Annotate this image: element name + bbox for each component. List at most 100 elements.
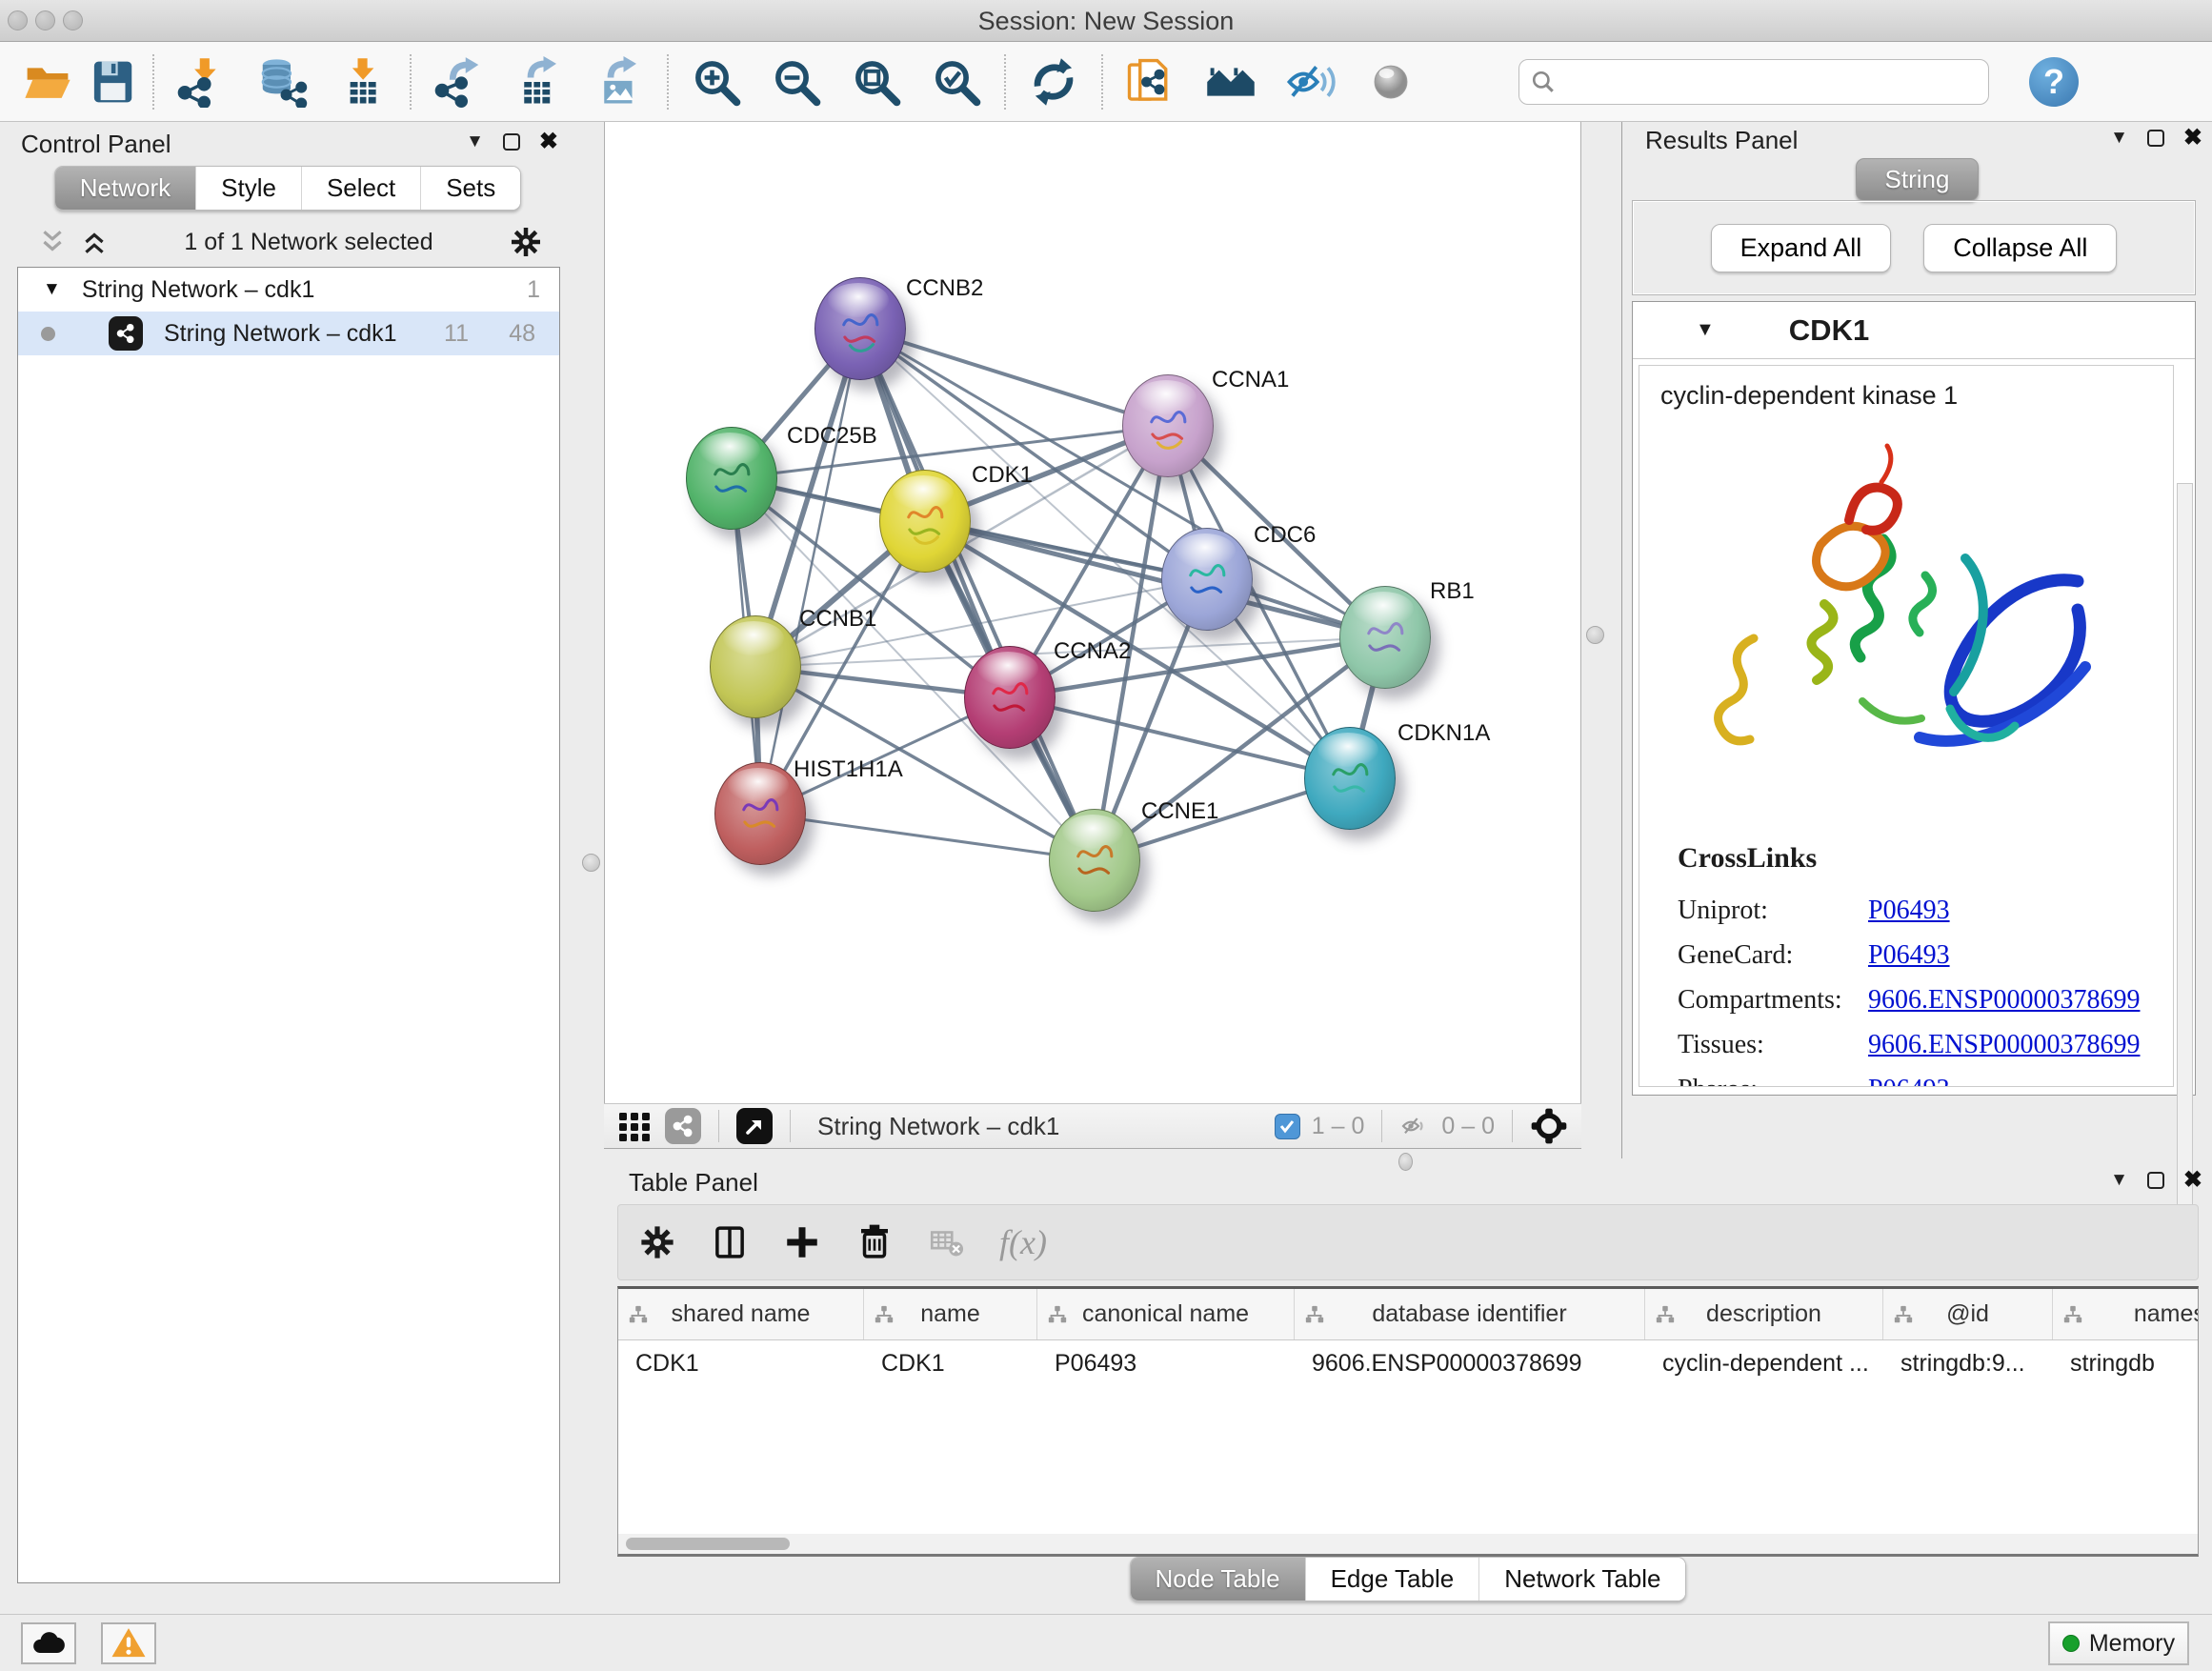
table-cell[interactable]: 9606.ENSP00000378699: [1295, 1350, 1645, 1378]
cloud-status-button[interactable]: [21, 1622, 76, 1664]
entry-expander-icon[interactable]: ▼: [1696, 319, 1715, 341]
panel-close-icon[interactable]: ✖: [2183, 1172, 2202, 1189]
crosslink-link[interactable]: 9606.ENSP00000378699: [1868, 1022, 2140, 1067]
crosslink-link[interactable]: 9606.ENSP00000378699: [1868, 977, 2140, 1022]
memory-button[interactable]: Memory: [2048, 1621, 2189, 1665]
table-cell[interactable]: P06493: [1037, 1350, 1295, 1378]
crosslink-link[interactable]: P06493: [1868, 1067, 2140, 1087]
network-node-RB1[interactable]: [1339, 586, 1431, 689]
panel-float-icon[interactable]: [2147, 130, 2164, 147]
right-splitter-handle[interactable]: [1586, 626, 1604, 644]
table-settings-gear-icon[interactable]: [637, 1222, 677, 1262]
selected-checkbox[interactable]: [1275, 1114, 1300, 1139]
export-table-button[interactable]: [499, 50, 579, 113]
warnings-button[interactable]: [101, 1622, 156, 1664]
open-session-button[interactable]: [15, 50, 80, 113]
network-row[interactable]: String Network – cdk1 11 48: [18, 312, 559, 355]
table-cell[interactable]: CDK1: [618, 1350, 864, 1378]
grid-view-icon[interactable]: [617, 1109, 652, 1143]
detach-view-icon[interactable]: [736, 1108, 773, 1144]
zoom-out-button[interactable]: [756, 50, 836, 113]
gear-icon[interactable]: [509, 225, 543, 259]
table-cell[interactable]: CDK1: [864, 1350, 1037, 1378]
tab-string[interactable]: String: [1856, 158, 1980, 201]
export-image-button[interactable]: [579, 50, 659, 113]
table-cell[interactable]: cyclin-dependent ...: [1645, 1350, 1883, 1378]
panel-menu-icon[interactable]: ▼: [466, 131, 484, 152]
tab-style[interactable]: Style: [195, 167, 301, 210]
column-header-@id[interactable]: @id: [1883, 1289, 2053, 1339]
column-header-canonical-name[interactable]: canonical name: [1037, 1289, 1295, 1339]
network-collection-row[interactable]: ▼ String Network – cdk1 1: [18, 268, 559, 312]
column-header-description[interactable]: description: [1645, 1289, 1883, 1339]
add-column-icon[interactable]: [782, 1222, 822, 1262]
column-header-shared-name[interactable]: shared name: [618, 1289, 864, 1339]
crosslink-label: Pharos:: [1678, 1067, 1868, 1087]
network-node-CDK1[interactable]: [879, 470, 971, 573]
panel-float-icon[interactable]: [503, 133, 520, 151]
table-hscrollbar[interactable]: [617, 1534, 2199, 1557]
collapse-all-icon[interactable]: [38, 228, 67, 256]
table-cell[interactable]: stringdb:9...: [1883, 1350, 2053, 1378]
zoom-in-button[interactable]: [676, 50, 756, 113]
network-node-HIST1H1A[interactable]: [714, 762, 806, 865]
tab-node-table[interactable]: Node Table: [1131, 1558, 1305, 1601]
tab-network[interactable]: Network: [55, 167, 195, 210]
left-splitter-handle[interactable]: [582, 854, 600, 872]
import-network-button[interactable]: [162, 50, 242, 113]
show-columns-icon[interactable]: [710, 1222, 750, 1262]
first-neighbors-button[interactable]: [1111, 50, 1191, 113]
collapse-all-button[interactable]: Collapse All: [1923, 224, 2117, 272]
export-network-button[interactable]: [419, 50, 499, 113]
tab-edge-table[interactable]: Edge Table: [1305, 1558, 1479, 1601]
table-cell[interactable]: stringdb: [2053, 1350, 2199, 1378]
help-button[interactable]: ?: [2029, 57, 2079, 107]
network-node-CDC6[interactable]: [1161, 528, 1253, 631]
network-node-CDC25B[interactable]: [686, 427, 777, 530]
export-image-icon: [593, 56, 645, 108]
column-header-database-identifier[interactable]: database identifier: [1295, 1289, 1645, 1339]
network-overview-button[interactable]: [1191, 50, 1271, 113]
panel-close-icon[interactable]: ✖: [2183, 130, 2202, 147]
network-node-CCNB2[interactable]: [814, 277, 906, 380]
tab-select[interactable]: Select: [301, 167, 420, 210]
panel-float-icon[interactable]: [2147, 1172, 2164, 1189]
network-node-CDKN1A[interactable]: [1304, 727, 1396, 830]
zoom-selected-button[interactable]: [916, 50, 996, 113]
crosslink-link[interactable]: P06493: [1868, 888, 2140, 933]
crosslink-row: GeneCard:P06493: [1678, 933, 2140, 977]
node-entry-header[interactable]: ▼ CDK1: [1633, 302, 2195, 359]
panel-menu-icon[interactable]: ▼: [2110, 128, 2128, 149]
import-table-button[interactable]: [322, 50, 402, 113]
tree-expander-icon[interactable]: ▼: [43, 279, 61, 300]
zoom-fit-button[interactable]: [836, 50, 916, 113]
tab-sets[interactable]: Sets: [420, 167, 520, 210]
network-view-title: String Network – cdk1: [817, 1112, 1059, 1141]
tab-network-table[interactable]: Network Table: [1478, 1558, 1685, 1601]
network-canvas[interactable]: CCNB2CCNA1CDC25BCDK1CDC6RB1CCNB1CCNA2CDK…: [604, 122, 1581, 1103]
save-session-button[interactable]: [80, 50, 145, 113]
hscroll-thumb[interactable]: [626, 1538, 790, 1550]
panel-close-icon[interactable]: ✖: [539, 133, 558, 151]
birdseye-navigator-icon[interactable]: [1530, 1107, 1568, 1145]
hide-unhide-button[interactable]: [1271, 50, 1351, 113]
expand-all-button[interactable]: Expand All: [1711, 224, 1892, 272]
refresh-layout-button[interactable]: [1014, 50, 1094, 113]
network-node-CCNE1[interactable]: [1049, 809, 1140, 912]
network-node-CCNA1[interactable]: [1122, 374, 1214, 477]
delete-column-trash-icon[interactable]: [855, 1222, 895, 1262]
expand-all-icon[interactable]: [80, 228, 109, 256]
column-header-name[interactable]: name: [864, 1289, 1037, 1339]
column-header-namespace[interactable]: namespace: [2053, 1289, 2199, 1339]
panel-menu-icon[interactable]: ▼: [2110, 1170, 2128, 1191]
table-row[interactable]: CDK1CDK1P064939606.ENSP00000378699cyclin…: [618, 1340, 2198, 1386]
unhide-all-button[interactable]: [1351, 50, 1431, 113]
results-scrollbar[interactable]: [2177, 483, 2193, 1272]
network-edges[interactable]: [605, 122, 1581, 1103]
network-node-CCNA2[interactable]: [964, 646, 1056, 749]
import-network-from-database-button[interactable]: [242, 50, 322, 113]
network-node-CCNB1[interactable]: [710, 615, 801, 718]
crosslink-link[interactable]: P06493: [1868, 933, 2140, 977]
network-view-share-icon[interactable]: [665, 1108, 701, 1144]
search-input[interactable]: [1565, 68, 1977, 95]
